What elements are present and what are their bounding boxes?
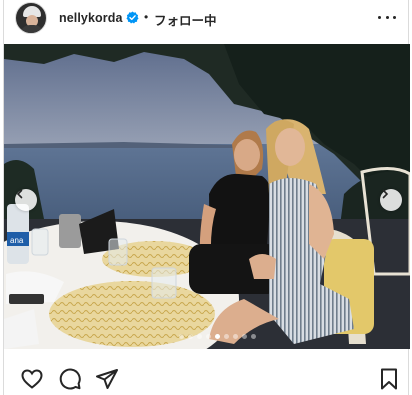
heart-icon[interactable] [20,367,44,391]
carousel-dot [214,334,220,339]
chevron-right-icon[interactable] [380,189,402,211]
carousel-dot [241,334,247,339]
carousel-dot [250,334,256,339]
post-header: nellykorda • フォロー中 [4,0,410,38]
post-photo[interactable]: ana [4,44,410,349]
carousel-dot [196,334,202,339]
avatar-icon[interactable] [15,2,47,34]
bookmark-icon[interactable] [377,367,401,391]
chevron-left-icon[interactable] [15,189,37,211]
following-button[interactable]: フォロー中 [154,10,217,29]
carousel-indicator [4,334,410,339]
carousel-dot [178,334,184,339]
instagram-post: nellykorda • フォロー中 ana [3,0,410,395]
header-separator: • [144,10,149,24]
carousel-dot [205,334,211,339]
bottle-label: ana [10,236,24,245]
action-bar [4,360,410,394]
photo-scene: ana [4,44,410,349]
carousel-dot [232,334,238,339]
comment-icon[interactable] [58,367,82,391]
carousel-dot [223,334,229,339]
carousel-dot [187,334,193,339]
more-options-icon[interactable] [378,8,396,26]
username-link[interactable]: nellykorda [59,11,123,25]
paper-plane-icon[interactable] [95,367,119,391]
verified-badge-icon [126,11,139,24]
